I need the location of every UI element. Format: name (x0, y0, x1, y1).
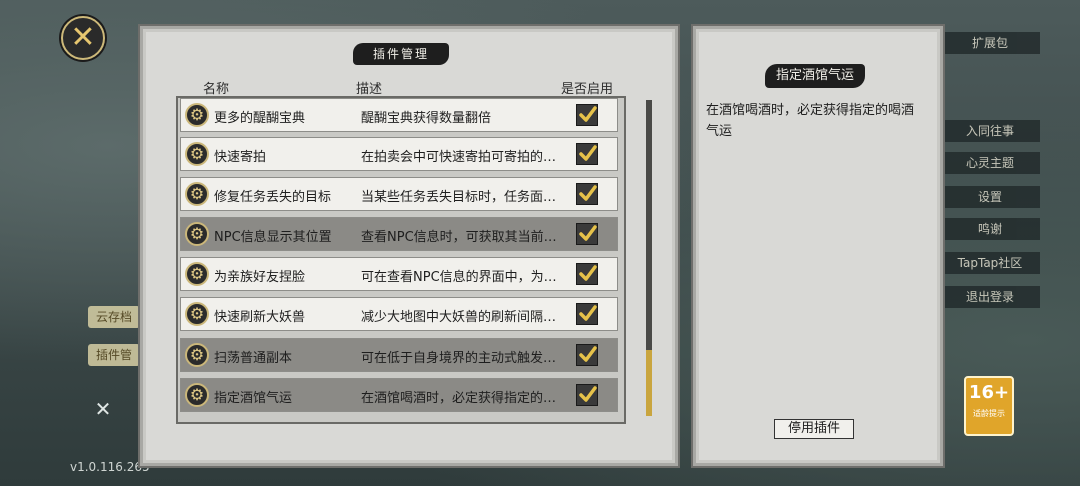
enabled-checkbox[interactable] (576, 384, 598, 406)
plugin-row[interactable]: ⚙ 快速刷新大妖兽 减少大地图中大妖兽的刷新间隔… (180, 297, 618, 331)
menu-item-logout[interactable]: 退出登录 (940, 286, 1040, 308)
enabled-checkbox[interactable] (576, 344, 598, 366)
age-rating-badge: 16+ 适龄提示 (964, 376, 1014, 436)
detail-panel (693, 26, 943, 466)
panel-title: 插件管理 (353, 43, 449, 65)
gear-icon: ⚙ (185, 383, 209, 407)
plugin-description: 减少大地图中大妖兽的刷新间隔… (361, 310, 557, 325)
plugin-name: 扫荡普通副本 (214, 351, 293, 366)
enabled-checkbox[interactable] (576, 143, 598, 165)
gear-icon: ⚙ (185, 343, 209, 367)
plugin-row[interactable]: ⚙ 更多的醍醐宝典 醍醐宝典获得数量翻倍 (180, 98, 618, 132)
plugin-name: 为亲族好友捏脸 (214, 270, 306, 285)
checkmark-icon (579, 265, 597, 281)
column-header-enabled: 是否启用 (561, 82, 614, 97)
plugin-description: 醍醐宝典获得数量翻倍 (361, 111, 492, 126)
menu-item-credits[interactable]: 鸣谢 (940, 218, 1040, 240)
plugin-description: 当某些任务丢失目标时，任务面… (361, 190, 557, 205)
plugin-name: NPC信息显示其位置 (214, 230, 332, 245)
menu-item-expansion[interactable]: 扩展包 (940, 32, 1040, 54)
column-header-desc: 描述 (356, 82, 383, 97)
checkmark-icon (579, 225, 597, 241)
gear-icon: ⚙ (185, 262, 209, 286)
plugin-name: 修复任务丢失的目标 (214, 190, 332, 205)
plugin-row[interactable]: ⚙ 修复任务丢失的目标 当某些任务丢失目标时，任务面… (180, 177, 618, 211)
menu-item-settings[interactable]: 设置 (940, 186, 1040, 208)
column-header-name: 名称 (203, 82, 230, 97)
disable-plugin-button[interactable]: 停用插件 (774, 419, 854, 439)
enabled-checkbox[interactable] (576, 263, 598, 285)
plugin-manager-tag[interactable]: 插件管 (88, 344, 140, 366)
list-scrollbar[interactable] (646, 100, 652, 416)
plugin-name: 更多的醍醐宝典 (214, 111, 306, 126)
plugin-description: 在酒馆喝酒时，必定获得指定的… (361, 391, 557, 406)
gear-icon: ⚙ (185, 302, 209, 326)
menu-item-taptap[interactable]: TapTap社区 (940, 252, 1040, 274)
wrench-icon[interactable]: ✕ (90, 396, 116, 422)
plugin-description: 可在查看NPC信息的界面中，为… (361, 270, 557, 285)
gear-icon: ⚙ (185, 182, 209, 206)
plugin-row[interactable]: ⚙ 快速寄拍 在拍卖会中可快速寄拍可寄拍的… (180, 137, 618, 171)
checkmark-icon (579, 386, 597, 402)
plugin-description: 在拍卖会中可快速寄拍可寄拍的… (361, 150, 557, 165)
detail-description: 在酒馆喝酒时，必定获得指定的喝酒气运 (706, 103, 915, 139)
plugin-row[interactable]: ⚙ 指定酒馆气运 在酒馆喝酒时，必定获得指定的… (180, 378, 618, 412)
plugin-name: 指定酒馆气运 (214, 391, 293, 406)
gear-icon: ⚙ (185, 222, 209, 246)
plugin-name: 快速刷新大妖兽 (214, 310, 306, 325)
checkmark-icon (579, 305, 597, 321)
gear-icon: ⚙ (185, 103, 209, 127)
checkmark-icon (579, 185, 597, 201)
cloud-save-tag[interactable]: 云存档 (88, 306, 140, 328)
enabled-checkbox[interactable] (576, 303, 598, 325)
left-menu: 云存档 插件管 ✕ v1.0.116.265 (0, 0, 150, 486)
checkmark-icon (579, 145, 597, 161)
checkmark-icon (579, 106, 597, 122)
scrollbar-thumb[interactable] (646, 350, 652, 416)
close-icon[interactable]: ✕ (61, 16, 105, 60)
plugin-name: 快速寄拍 (214, 150, 267, 165)
plugin-row[interactable]: ⚙ 为亲族好友捏脸 可在查看NPC信息的界面中，为… (180, 257, 618, 291)
menu-item-memories[interactable]: 入同往事 (940, 120, 1040, 142)
plugin-description: 可在低于自身境界的主动式触发… (361, 351, 557, 366)
plugin-description: 查看NPC信息时，可获取其当前… (361, 230, 557, 245)
checkmark-icon (579, 346, 597, 362)
enabled-checkbox[interactable] (576, 183, 598, 205)
plugin-row[interactable]: ⚙ NPC信息显示其位置 查看NPC信息时，可获取其当前… (180, 217, 618, 251)
enabled-checkbox[interactable] (576, 104, 598, 126)
detail-title: 指定酒馆气运 (765, 64, 865, 88)
plugin-row[interactable]: ⚙ 扫荡普通副本 可在低于自身境界的主动式触发… (180, 338, 618, 372)
enabled-checkbox[interactable] (576, 223, 598, 245)
gear-icon: ⚙ (185, 142, 209, 166)
menu-item-theme[interactable]: 心灵主题 (940, 152, 1040, 174)
version-label: v1.0.116.265 (70, 460, 150, 474)
